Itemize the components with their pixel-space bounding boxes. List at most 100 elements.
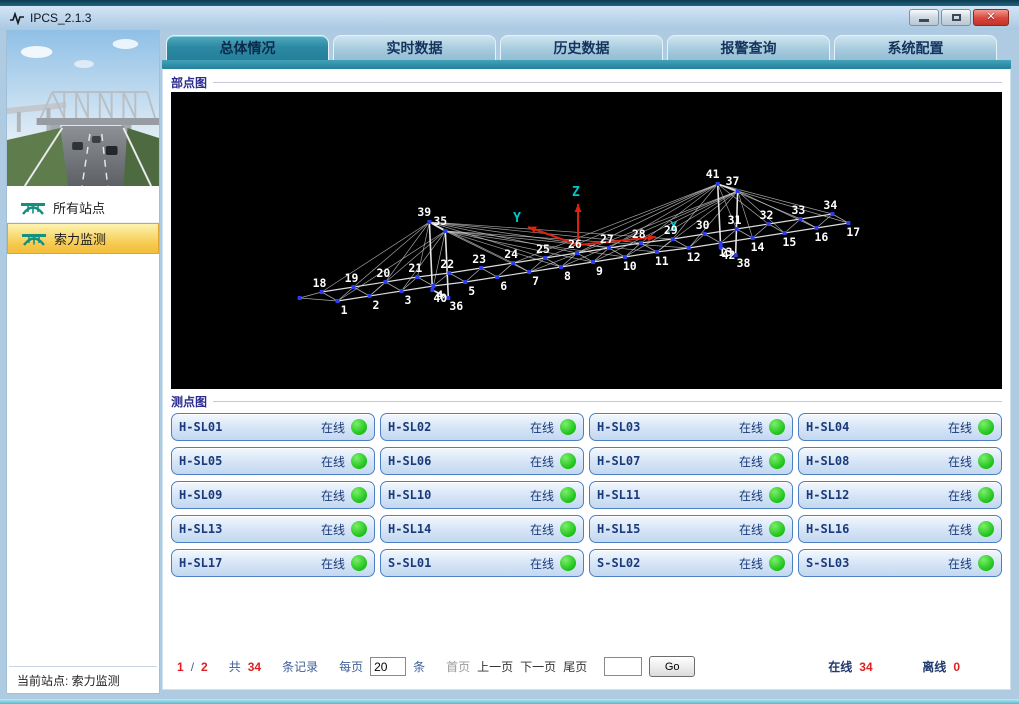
go-button[interactable]: Go: [649, 656, 695, 677]
station-id: H-SL07: [597, 454, 640, 468]
station-card-H-SL05[interactable]: H-SL05在线: [171, 447, 375, 475]
app-logo-icon: [10, 12, 24, 25]
svg-text:1: 1: [341, 303, 348, 317]
station-status: 在线: [948, 453, 978, 470]
svg-text:5: 5: [468, 284, 475, 298]
station-card-H-SL17[interactable]: H-SL17在线: [171, 549, 375, 577]
tab-4[interactable]: 报警查询: [667, 35, 830, 60]
svg-text:41: 41: [706, 167, 720, 181]
online-indicator-icon: [978, 453, 994, 469]
sidebar-item-1[interactable]: 所有站点: [7, 192, 159, 223]
online-indicator-icon: [978, 419, 994, 435]
station-status: 在线: [948, 487, 978, 504]
svg-text:23: 23: [472, 252, 486, 266]
per-page-label: 每页: [339, 658, 363, 675]
station-status: 在线: [530, 453, 560, 470]
station-card-H-SL08[interactable]: H-SL08在线: [798, 447, 1002, 475]
station-card-H-SL13[interactable]: H-SL13在线: [171, 515, 375, 543]
station-id: S-SL03: [806, 556, 849, 570]
online-indicator-icon: [560, 419, 576, 435]
node-diagram-label: 部点图: [171, 74, 207, 91]
sidebar-item-label: 所有站点: [53, 198, 105, 217]
svg-text:33: 33: [792, 203, 806, 217]
main-area: 总体情况实时数据历史数据报警查询系统配置 部点图 ZYX123456789101…: [160, 30, 1013, 694]
svg-text:30: 30: [696, 218, 710, 232]
window-body: 所有站点索力监测 当前站点: 索力监测 总体情况实时数据历史数据报警查询系统配置…: [0, 30, 1019, 694]
station-status: 在线: [530, 521, 560, 538]
station-card-H-SL11[interactable]: H-SL11 在线: [589, 481, 793, 509]
station-card-H-SL04[interactable]: H-SL04在线: [798, 413, 1002, 441]
station-card-H-SL15[interactable]: H-SL15在线: [589, 515, 793, 543]
first-page-link[interactable]: 首页: [446, 658, 470, 675]
svg-text:18: 18: [313, 276, 327, 290]
minimize-button[interactable]: [909, 9, 939, 26]
station-status: 在线: [321, 555, 351, 572]
last-page-link[interactable]: 尾页: [563, 658, 587, 675]
online-indicator-icon: [769, 419, 785, 435]
station-card-H-SL10[interactable]: H-SL10 在线: [380, 481, 584, 509]
svg-text:42: 42: [722, 248, 736, 262]
close-button[interactable]: ✕: [973, 9, 1009, 26]
station-id: H-SL10: [388, 488, 431, 502]
station-card-H-SL12[interactable]: H-SL12在线: [798, 481, 1002, 509]
svg-text:22: 22: [440, 257, 454, 271]
station-card-H-SL07[interactable]: H-SL07在线: [589, 447, 793, 475]
next-page-link[interactable]: 下一页: [520, 658, 556, 675]
station-id: H-SL14: [388, 522, 431, 536]
sidebar-spacer: [7, 254, 159, 666]
online-indicator-icon: [769, 453, 785, 469]
bridge-wireframe: ZYX1234567891011121314151617181920212223…: [171, 92, 1002, 389]
station-status: 在线: [321, 521, 351, 538]
svg-text:36: 36: [449, 299, 463, 313]
station-card-H-SL01[interactable]: H-SL01在线: [171, 413, 375, 441]
station-id: H-SL11: [597, 488, 640, 502]
station-status: 在线: [321, 453, 351, 470]
station-status: 在线: [739, 487, 769, 504]
prev-page-link[interactable]: 上一页: [477, 658, 513, 675]
station-id: S-SL01: [388, 556, 431, 570]
station-card-S-SL03[interactable]: S-SL03 在线: [798, 549, 1002, 577]
node-diagram-header: 部点图: [171, 73, 1002, 91]
online-indicator-icon: [351, 419, 367, 435]
total-pages: 2: [201, 660, 208, 674]
per-page-input[interactable]: [370, 657, 406, 676]
online-label: 在线: [828, 658, 852, 675]
tab-3[interactable]: 历史数据: [500, 35, 663, 60]
station-card-H-SL02[interactable]: H-SL02在线: [380, 413, 584, 441]
online-indicator-icon: [769, 555, 785, 571]
bridge-3d-viewport[interactable]: ZYX1234567891011121314151617181920212223…: [171, 92, 1002, 389]
svg-text:12: 12: [687, 250, 701, 264]
station-status: 在线: [530, 487, 560, 504]
sidebar-item-2[interactable]: 索力监测: [7, 223, 159, 254]
svg-text:2: 2: [373, 298, 380, 312]
station-card-H-SL14[interactable]: H-SL14 在线: [380, 515, 584, 543]
online-indicator-icon: [978, 487, 994, 503]
tab-5[interactable]: 系统配置: [834, 35, 997, 60]
station-status: 在线: [948, 419, 978, 436]
station-status: 在线: [530, 419, 560, 436]
goto-page-input[interactable]: [604, 657, 642, 676]
svg-text:29: 29: [664, 223, 678, 237]
station-card-H-SL03[interactable]: H-SL03在线: [589, 413, 793, 441]
station-card-S-SL01[interactable]: S-SL01在线: [380, 549, 584, 577]
station-status: 在线: [948, 555, 978, 572]
station-card-H-SL06[interactable]: H-SL06在线: [380, 447, 584, 475]
station-card-H-SL09[interactable]: H-SL09在线: [171, 481, 375, 509]
svg-text:31: 31: [728, 213, 742, 227]
maximize-button[interactable]: [941, 9, 971, 26]
pagination-bar: 1 / 2 共 34 条记录 每页 条 首页 上一页 下一页 尾页 Go: [171, 652, 1002, 683]
svg-text:39: 39: [417, 205, 431, 219]
svg-text:15: 15: [783, 235, 797, 249]
tab-2[interactable]: 实时数据: [333, 35, 496, 60]
tab-1[interactable]: 总体情况: [166, 35, 329, 60]
content-panel: 部点图 ZYX123456789101112131415161718192021…: [162, 69, 1011, 690]
current-station-status: 当前站点: 索力监测: [7, 667, 159, 693]
svg-text:17: 17: [846, 225, 860, 239]
svg-text:40: 40: [433, 291, 447, 305]
station-card-H-SL16[interactable]: H-SL16在线: [798, 515, 1002, 543]
svg-text:21: 21: [408, 261, 422, 275]
offline-count: 0: [953, 660, 960, 674]
bridge-icon: [22, 231, 46, 246]
station-card-S-SL02[interactable]: S-SL02在线: [589, 549, 793, 577]
minimize-icon: [919, 19, 929, 22]
